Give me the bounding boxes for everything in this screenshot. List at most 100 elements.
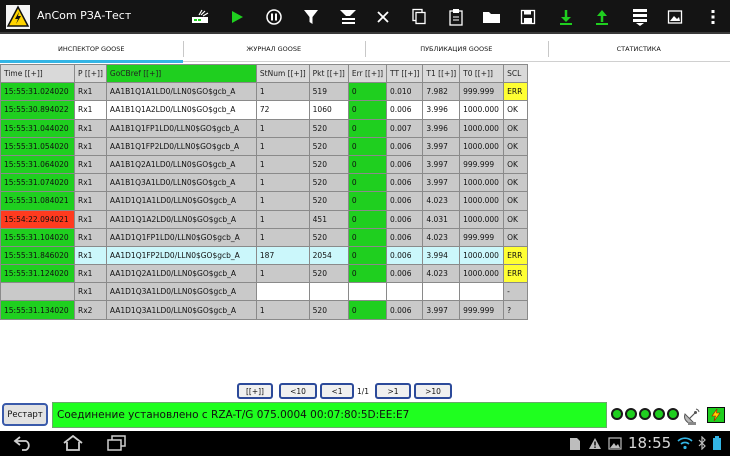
cell-tt <box>385 282 424 302</box>
cell-err <box>347 282 388 302</box>
cell-pkt: 520 <box>308 191 349 211</box>
cell-pkt: 1060 <box>308 100 349 120</box>
close-button[interactable] <box>370 4 396 30</box>
pause-icon <box>266 9 282 25</box>
cell-gocbref: AA1D1Q3A1LD0/LLN0$GO$gcb_A <box>105 282 257 302</box>
tab-goose-inspector[interactable]: ИНСПЕКТОР GOOSE <box>0 36 183 63</box>
cell-p: Rx1 <box>74 227 107 247</box>
table-row[interactable]: 15:55:31.084021 Rx1 AA1D1Q1A1LD0/LLN0$GO… <box>0 191 529 211</box>
upload-button[interactable] <box>589 4 615 30</box>
col-header-stnum[interactable]: StNum [[+]] <box>255 63 310 84</box>
cell-err: 0 <box>347 173 388 193</box>
network-button[interactable] <box>187 4 213 30</box>
prev-10-button[interactable]: <10 <box>279 383 317 399</box>
cell-t0 <box>459 282 505 302</box>
home-icon[interactable] <box>62 435 84 451</box>
col-header-tt[interactable]: TT [[+]] <box>385 63 424 84</box>
table-row[interactable]: 15:54:22.094021 Rx1 AA1D1Q1A2LD0/LLN0$GO… <box>0 209 529 229</box>
cell-p: Rx1 <box>74 118 107 138</box>
col-header-t0[interactable]: T0 [[+]] <box>459 63 505 84</box>
cell-tt: 0.006 <box>385 191 424 211</box>
table-row[interactable]: 15:55:31.124020 Rx1 AA1D1Q2A1LD0/LLN0$GO… <box>0 264 529 284</box>
overflow-menu-icon <box>711 10 715 24</box>
table-row[interactable]: 15:55:31.064020 Rx1 AA1B1Q2A1LD0/LLN0$GO… <box>0 154 529 175</box>
next-10-button[interactable]: >10 <box>414 383 452 399</box>
cell-err: 0 <box>347 264 388 284</box>
table-row[interactable]: Rx1 AA1D1Q3A1LD0/LLN0$GO$gcb_A - <box>0 282 529 302</box>
recent-apps-icon[interactable] <box>106 435 128 451</box>
col-header-scl[interactable]: SCL <box>503 63 529 84</box>
table-row[interactable]: 15:55:31.134020 Rx2 AA1D1Q3A1LD0/LLN0$GO… <box>0 300 529 320</box>
cell-t0: 999.999 <box>459 154 505 175</box>
restart-button[interactable]: Рестарт <box>2 403 48 426</box>
cell-t1: 3.994 <box>422 245 461 266</box>
list-icon <box>633 9 647 26</box>
cell-gocbref: AA1B1Q1A1LD0/LLN0$GO$gcb_A <box>105 82 257 102</box>
cell-stnum: 187 <box>255 245 310 266</box>
cell-t1: 4.023 <box>422 264 461 284</box>
cell-t0: 1000.000 <box>459 191 505 211</box>
cell-scl: ? <box>503 300 529 320</box>
cell-gocbref: AA1B1Q3A1LD0/LLN0$GO$gcb_A <box>105 173 257 193</box>
cell-gocbref: AA1D1Q3A1LD0/LLN0$GO$gcb_A <box>105 300 257 320</box>
table-row[interactable]: 15:55:31.024020 Rx1 AA1B1Q1A1LD0/LLN0$GO… <box>0 82 529 102</box>
cell-err: 0 <box>347 209 388 229</box>
table-row[interactable]: 15:55:31.104020 Rx1 AA1D1Q1FP1LD0/LLN0$G… <box>0 227 529 247</box>
open-button[interactable] <box>479 4 505 30</box>
cell-gocbref: AA1B1Q1A2LD0/LLN0$GO$gcb_A <box>105 100 257 120</box>
status-led-icon <box>611 408 623 420</box>
cell-err: 0 <box>347 100 388 120</box>
cell-time: 15:55:31.124020 <box>0 264 75 284</box>
cell-p: Rx1 <box>74 264 107 284</box>
tab-goose-journal[interactable]: ЖУРНАЛ GOOSE <box>182 36 366 62</box>
satellite-dish-icon <box>684 408 700 425</box>
download-button[interactable] <box>553 4 579 30</box>
col-header-pkt[interactable]: Pkt [[+]] <box>308 63 349 84</box>
cell-p: Rx2 <box>74 300 107 320</box>
col-header-time[interactable]: Time [[+]] <box>0 63 75 84</box>
back-icon[interactable] <box>12 435 34 451</box>
table-row[interactable]: 15:55:31.846020 Rx1 AA1D1Q1FP2LD0/LLN0$G… <box>0 245 529 266</box>
cell-pkt: 2054 <box>308 245 349 266</box>
filter-button[interactable] <box>298 4 324 30</box>
copy-button[interactable] <box>406 4 432 30</box>
cell-err: 0 <box>347 227 388 247</box>
status-led-icon <box>653 408 665 420</box>
cell-stnum: 1 <box>255 209 310 229</box>
prev-page-button[interactable]: <1 <box>320 383 354 399</box>
table-row[interactable]: 15:55:31.074020 Rx1 AA1B1Q3A1LD0/LLN0$GO… <box>0 173 529 193</box>
cell-err: 0 <box>347 154 388 175</box>
cell-pkt: 520 <box>308 227 349 247</box>
col-header-t1[interactable]: T1 [[+]] <box>422 63 461 84</box>
cell-t0: 1000.000 <box>459 209 505 229</box>
overflow-menu-button[interactable] <box>700 4 726 30</box>
tab-statistics[interactable]: СТАТИСТИКА <box>547 36 730 62</box>
table-row[interactable]: 15:55:30.894022 Rx1 AA1B1Q1A2LD0/LLN0$GO… <box>0 100 529 120</box>
expand-columns-button[interactable]: [[+]] <box>237 383 273 399</box>
paste-button[interactable] <box>443 4 469 30</box>
system-nav-bar: 18:55 <box>0 431 730 456</box>
cell-time: 15:55:31.054020 <box>0 136 75 156</box>
cell-gocbref: AA1D1Q1FP2LD0/LLN0$GO$gcb_A <box>105 245 257 266</box>
cell-pkt: 451 <box>308 209 349 229</box>
open-folder-icon <box>483 12 500 23</box>
next-page-button[interactable]: >1 <box>375 383 411 399</box>
table-header-row: Time [[+]] P [[+]] GoCBref [[+]] StNum [… <box>0 63 529 84</box>
cell-p: Rx1 <box>74 100 107 120</box>
col-header-err[interactable]: Err [[+]] <box>347 63 388 84</box>
cell-scl: OK <box>503 209 529 229</box>
clear-filter-button[interactable] <box>335 4 361 30</box>
col-header-p[interactable]: P [[+]] <box>74 63 107 84</box>
image-button[interactable] <box>662 4 688 30</box>
table-row[interactable]: 15:55:31.044020 Rx1 AA1B1Q1FP1LD0/LLN0$G… <box>0 118 529 138</box>
tab-goose-publication[interactable]: ПУБЛИКАЦИЯ GOOSE <box>365 36 548 62</box>
table-row[interactable]: 15:55:31.054020 Rx1 AA1B1Q1FP2LD0/LLN0$G… <box>0 136 529 156</box>
list-button[interactable] <box>627 4 653 30</box>
goose-table: Time [[+]] P [[+]] GoCBref [[+]] StNum [… <box>0 63 529 320</box>
tab-bar: ИНСПЕКТОР GOOSE ЖУРНАЛ GOOSE ПУБЛИКАЦИЯ … <box>0 36 730 63</box>
play-icon <box>232 11 243 23</box>
col-header-gocbref[interactable]: GoCBref [[+]] <box>105 63 257 84</box>
play-button[interactable] <box>224 4 250 30</box>
save-button[interactable] <box>515 4 541 30</box>
pause-button[interactable] <box>261 4 287 30</box>
